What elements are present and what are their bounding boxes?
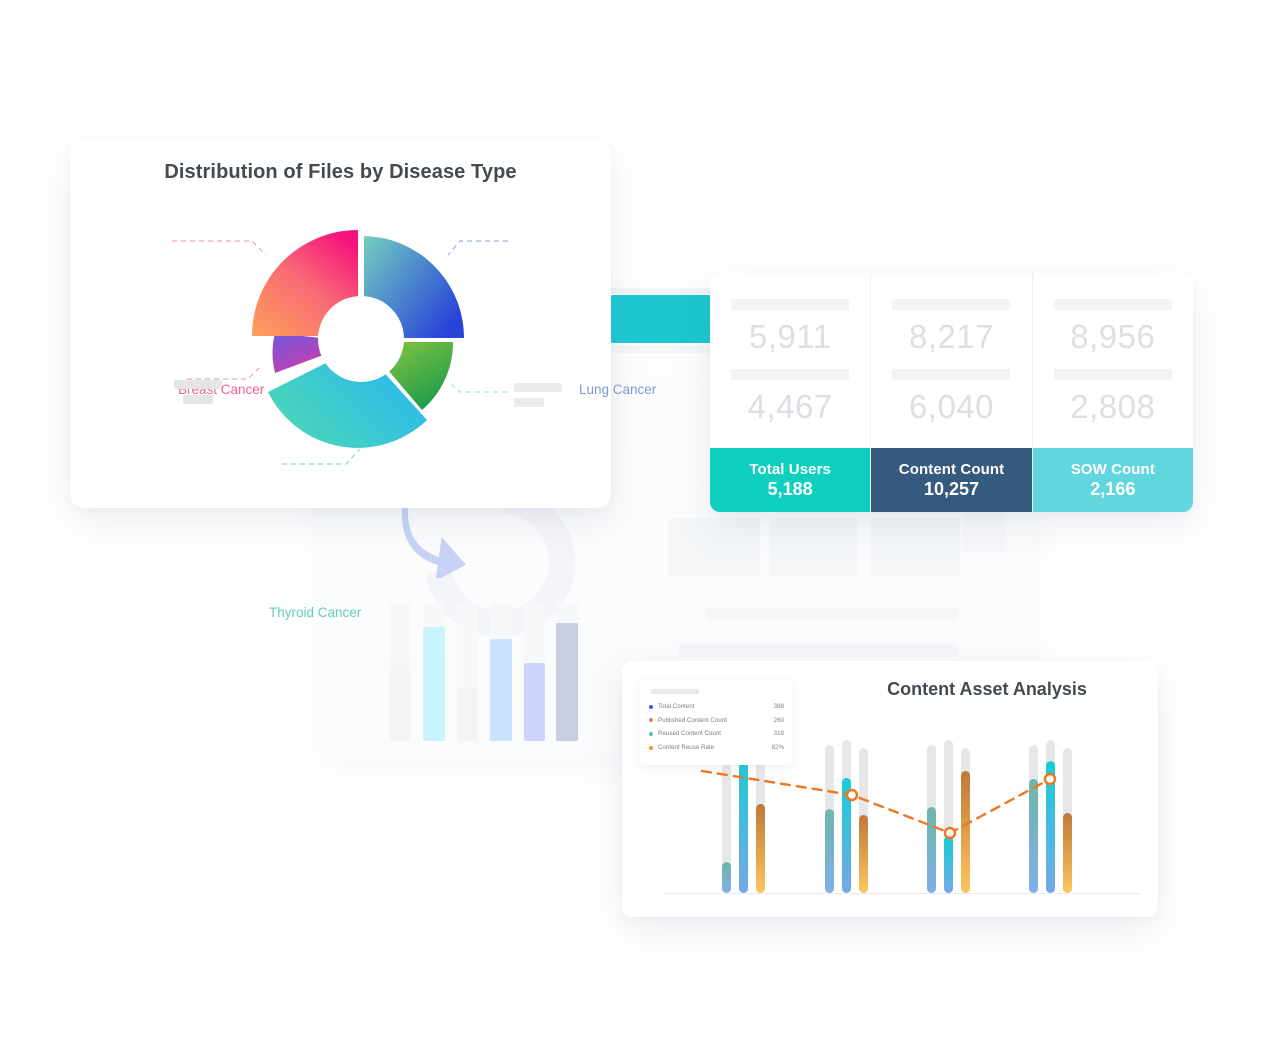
background-bar-fill bbox=[457, 688, 478, 741]
kpi-footer-value: 2,166 bbox=[1090, 478, 1136, 499]
donut-hole bbox=[318, 296, 404, 382]
asset-legend: Total Content 388 Published Content Coun… bbox=[640, 681, 792, 765]
legend-value: 318 bbox=[773, 730, 784, 738]
donut-label-redacted bbox=[514, 398, 544, 407]
kpi-faded-value-1: 8,217 bbox=[908, 318, 995, 356]
kpi-faded-value-2: 4,467 bbox=[747, 388, 833, 425]
kpi-faded-value-2: 2,808 bbox=[1070, 388, 1156, 425]
kpi-ghost-label bbox=[731, 369, 850, 380]
donut-label-redacted bbox=[514, 383, 562, 392]
kpi-faded-value-1: 5,911 bbox=[748, 318, 832, 356]
background-bar-fill bbox=[390, 665, 410, 741]
trend-line-content-reuse-rate[interactable] bbox=[700, 769, 1052, 835]
kpi-footer: Total Users 5,188 bbox=[710, 448, 871, 512]
kpi-faded-value-1: 8,956 bbox=[1070, 318, 1156, 356]
bar-fill-reused[interactable] bbox=[825, 809, 834, 893]
kpi-footer-label: SOW Count bbox=[1070, 460, 1155, 478]
legend-dot-icon bbox=[649, 718, 653, 723]
donut-label-redacted bbox=[183, 395, 213, 404]
background-teal-banner bbox=[610, 295, 722, 343]
bar-fill-published[interactable] bbox=[756, 804, 765, 893]
legend-item-reused-content-count[interactable]: Reused Content Count 318 bbox=[649, 727, 784, 741]
bar-fill-reused[interactable] bbox=[927, 807, 936, 893]
legend-ghost-title bbox=[651, 689, 699, 694]
background-placeholder-card bbox=[668, 518, 760, 576]
background-placeholder-card bbox=[770, 518, 858, 576]
legend-label: Content Reuse Rate bbox=[658, 744, 715, 752]
kpi-body: 5,911 4,467 bbox=[710, 273, 870, 448]
legend-item-total-content[interactable]: Total Content 388 bbox=[649, 700, 784, 714]
leader-line-right-redacted bbox=[447, 380, 507, 393]
kpi-footer-value: 5,188 bbox=[767, 478, 813, 499]
leader-line-left-redacted bbox=[187, 366, 261, 380]
kpi-ghost-label bbox=[892, 369, 1011, 380]
leader-line-thyroid bbox=[282, 448, 361, 465]
kpi-card-total-users[interactable]: 5,911 4,467 Total Users 5,188 bbox=[710, 273, 871, 512]
donut-label-lung-cancer: Lung Cancer bbox=[579, 382, 657, 397]
legend-dot-icon bbox=[649, 731, 653, 736]
bar-fill-reused[interactable] bbox=[1029, 779, 1038, 893]
kpi-footer: Content Count 10,257 bbox=[871, 448, 1032, 512]
donut-label-thyroid-cancer: Thyroid Cancer bbox=[269, 605, 362, 620]
kpi-body: 8,956 2,808 bbox=[1033, 273, 1193, 448]
background-placeholder-card bbox=[870, 518, 960, 576]
legend-dot-icon bbox=[649, 745, 653, 750]
kpi-card-sow-count[interactable]: 8,956 2,808 SOW Count 2,166 bbox=[1031, 273, 1193, 512]
legend-dot-icon bbox=[649, 704, 653, 709]
disease-distribution-card: Distribution of Files by Disease Type Br… bbox=[70, 139, 656, 620]
leader-line-breast bbox=[172, 240, 267, 256]
legend-item-content-reuse-rate[interactable]: Content Reuse Rate 82% bbox=[649, 741, 784, 755]
kpi-ghost-label bbox=[1053, 369, 1172, 380]
background-placeholder-bar bbox=[678, 644, 959, 657]
legend-item-published-content-count[interactable]: Published Content Count 260 bbox=[649, 714, 784, 728]
kpi-panel: 5,911 4,467 Total Users 5,188 8,217 6,04… bbox=[710, 273, 1193, 512]
legend-label: Total Content bbox=[658, 703, 695, 711]
kpi-footer-label: Content Count bbox=[898, 460, 1005, 478]
leader-line-lung bbox=[447, 240, 508, 256]
bar-fill-published[interactable] bbox=[1063, 813, 1072, 893]
kpi-ghost-label bbox=[731, 299, 850, 311]
kpi-body: 8,217 6,040 bbox=[871, 273, 1031, 448]
kpi-footer-value: 10,257 bbox=[923, 478, 980, 499]
bar-fill-reused[interactable] bbox=[722, 862, 731, 893]
legend-value: 82% bbox=[771, 744, 784, 752]
kpi-footer: SOW Count 2,166 bbox=[1032, 448, 1193, 512]
background-bar-fill bbox=[524, 663, 545, 741]
page-title: Distribution of Files by Disease Type bbox=[164, 161, 517, 183]
bar-fill-total[interactable] bbox=[944, 836, 953, 893]
kpi-ghost-label bbox=[892, 299, 1011, 311]
legend-value: 388 bbox=[773, 703, 784, 711]
legend-label: Published Content Count bbox=[658, 716, 727, 724]
kpi-footer-label: Total Users bbox=[749, 460, 831, 478]
trend-marker[interactable] bbox=[943, 826, 957, 840]
kpi-ghost-label bbox=[1053, 299, 1172, 311]
background-bar-fill bbox=[423, 627, 445, 741]
bar-fill-published[interactable] bbox=[859, 815, 868, 893]
donut-label-redacted bbox=[174, 380, 222, 389]
kpi-card-content-count[interactable]: 8,217 6,040 Content Count 10,257 bbox=[870, 273, 1032, 512]
bar-fill-total[interactable] bbox=[739, 746, 748, 893]
bar-fill-published[interactable] bbox=[961, 771, 970, 893]
legend-label: Reused Content Count bbox=[658, 730, 721, 738]
legend-value: 260 bbox=[773, 716, 784, 724]
donut-chart bbox=[70, 189, 611, 489]
content-asset-analysis-card: Content Asset Analysis Total Content 388… bbox=[622, 661, 1158, 917]
background-placeholder-bar bbox=[706, 608, 959, 621]
trend-marker[interactable] bbox=[1043, 772, 1057, 786]
kpi-faded-value-2: 6,040 bbox=[908, 388, 995, 425]
trend-marker[interactable] bbox=[845, 788, 859, 802]
background-arrow-icon bbox=[401, 498, 467, 578]
background-bar-fill bbox=[490, 639, 512, 741]
background-bar-fill bbox=[556, 623, 578, 741]
